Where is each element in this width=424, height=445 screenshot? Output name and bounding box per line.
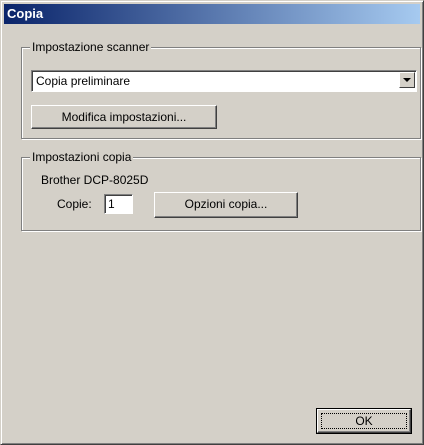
device-name: Brother DCP-8025D — [41, 173, 149, 187]
copy-dialog-window: Copia Impostazione scanner Copia prelimi… — [0, 0, 424, 445]
scanner-settings-label: Impostazione scanner — [30, 40, 152, 54]
title-bar[interactable]: Copia — [4, 4, 420, 24]
copies-label: Copie: — [57, 197, 92, 211]
chevron-down-icon[interactable] — [399, 72, 415, 88]
ok-button[interactable]: OK — [316, 408, 412, 434]
copy-options-button[interactable]: Opzioni copia... — [154, 192, 298, 218]
scanner-preset-dropdown[interactable]: Copia preliminare — [31, 70, 417, 92]
window-title: Copia — [7, 6, 44, 21]
modify-settings-button[interactable]: Modifica impostazioni... — [31, 105, 217, 129]
scanner-preset-value: Copia preliminare — [36, 74, 131, 88]
copies-input[interactable]: 1 — [104, 194, 133, 214]
copy-settings-label: Impostazioni copia — [30, 150, 134, 164]
